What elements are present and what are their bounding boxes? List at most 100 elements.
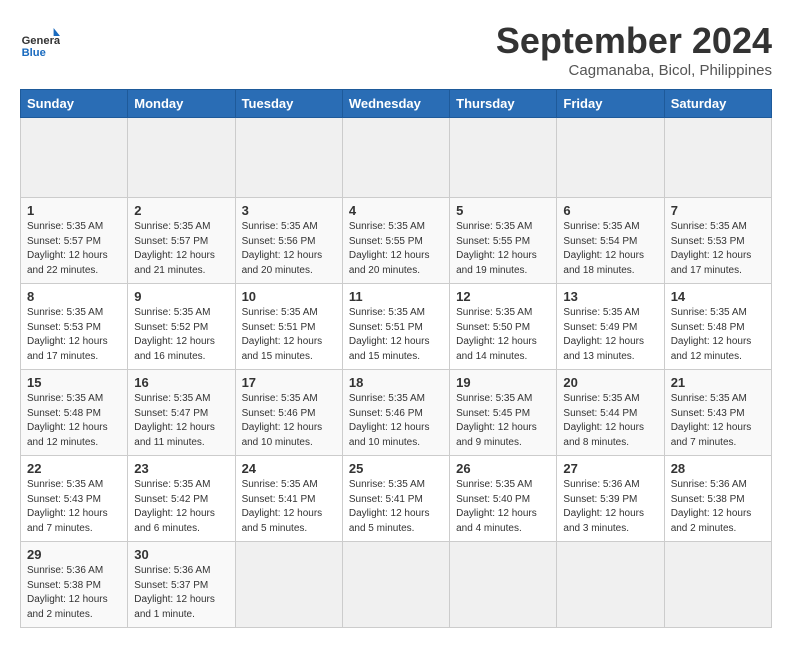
day-number: 29	[27, 547, 121, 562]
day-info: Sunrise: 5:35 AMSunset: 5:48 PMDaylight:…	[671, 306, 765, 364]
header-monday: Monday	[128, 90, 235, 118]
calendar-cell	[450, 118, 557, 198]
calendar-table: SundayMondayTuesdayWednesdayThursdayFrid…	[20, 89, 772, 628]
day-info: Sunrise: 5:35 AMSunset: 5:48 PMDaylight:…	[27, 392, 121, 450]
day-number: 11	[349, 289, 443, 304]
day-info: Sunrise: 5:35 AMSunset: 5:56 PMDaylight:…	[242, 220, 336, 278]
day-number: 30	[134, 547, 228, 562]
calendar-week-row	[21, 118, 772, 198]
calendar-cell	[342, 542, 449, 628]
calendar-cell: 5Sunrise: 5:35 AMSunset: 5:55 PMDaylight…	[450, 198, 557, 284]
day-number: 7	[671, 203, 765, 218]
day-info: Sunrise: 5:35 AMSunset: 5:47 PMDaylight:…	[134, 392, 228, 450]
calendar-cell: 20Sunrise: 5:35 AMSunset: 5:44 PMDayligh…	[557, 370, 664, 456]
calendar-week-row: 15 Sunrise: 5:35 AMSunset: 5:48 PMDayligh…	[21, 370, 772, 456]
calendar-cell: 10 Sunrise: 5:35 AMSunset: 5:51 PMDayligh…	[235, 284, 342, 370]
logo: General Blue	[20, 20, 64, 60]
calendar-cell	[21, 118, 128, 198]
day-number: 4	[349, 203, 443, 218]
day-info: Sunrise: 5:35 AMSunset: 5:41 PMDaylight:…	[242, 478, 336, 536]
header-thursday: Thursday	[450, 90, 557, 118]
day-number: 6	[563, 203, 657, 218]
calendar-cell	[557, 542, 664, 628]
day-number: 1	[27, 203, 121, 218]
day-number: 19	[456, 375, 550, 390]
day-number: 14	[671, 289, 765, 304]
header-wednesday: Wednesday	[342, 90, 449, 118]
day-number: 22	[27, 461, 121, 476]
day-info: Sunrise: 5:36 AMSunset: 5:38 PMDaylight:…	[671, 478, 765, 536]
day-info: Sunrise: 5:35 AMSunset: 5:51 PMDaylight:…	[242, 306, 336, 364]
calendar-cell: 28 Sunrise: 5:36 AMSunset: 5:38 PMDayligh…	[664, 456, 771, 542]
day-number: 10	[242, 289, 336, 304]
day-info: Sunrise: 5:35 AMSunset: 5:46 PMDaylight:…	[349, 392, 443, 450]
calendar-cell	[235, 118, 342, 198]
day-info: Sunrise: 5:35 AMSunset: 5:52 PMDaylight:…	[134, 306, 228, 364]
calendar-week-row: 1 Sunrise: 5:35 AMSunset: 5:57 PMDaylight…	[21, 198, 772, 284]
calendar-cell: 11 Sunrise: 5:35 AMSunset: 5:51 PMDayligh…	[342, 284, 449, 370]
calendar-cell: 17 Sunrise: 5:35 AMSunset: 5:46 PMDayligh…	[235, 370, 342, 456]
day-number: 3	[242, 203, 336, 218]
svg-text:General: General	[22, 35, 60, 47]
title-area: September 2024 Cagmanaba, Bicol, Philipp…	[496, 20, 772, 79]
logo-icon: General Blue	[20, 20, 60, 60]
day-number: 21	[671, 375, 765, 390]
day-info: Sunrise: 5:35 AMSunset: 5:44 PMDaylight:…	[563, 392, 657, 450]
calendar-cell: 12 Sunrise: 5:35 AMSunset: 5:50 PMDayligh…	[450, 284, 557, 370]
day-number: 27	[563, 461, 657, 476]
calendar-cell: 14 Sunrise: 5:35 AMSunset: 5:48 PMDayligh…	[664, 284, 771, 370]
calendar-cell: 9 Sunrise: 5:35 AMSunset: 5:52 PMDaylight…	[128, 284, 235, 370]
calendar-cell: 23 Sunrise: 5:35 AMSunset: 5:42 PMDayligh…	[128, 456, 235, 542]
calendar-cell: 16 Sunrise: 5:35 AMSunset: 5:47 PMDayligh…	[128, 370, 235, 456]
day-number: 2	[134, 203, 228, 218]
month-year: September 2024	[496, 20, 772, 62]
day-info: Sunrise: 5:35 AMSunset: 5:55 PMDaylight:…	[349, 220, 443, 278]
calendar-cell	[664, 118, 771, 198]
calendar-cell	[450, 542, 557, 628]
calendar-cell: 26 Sunrise: 5:35 AMSunset: 5:40 PMDayligh…	[450, 456, 557, 542]
calendar-cell: 27 Sunrise: 5:36 AMSunset: 5:39 PMDayligh…	[557, 456, 664, 542]
calendar-cell: 19 Sunrise: 5:35 AMSunset: 5:45 PMDayligh…	[450, 370, 557, 456]
calendar-cell: 2 Sunrise: 5:35 AMSunset: 5:57 PMDaylight…	[128, 198, 235, 284]
calendar-cell: 25 Sunrise: 5:35 AMSunset: 5:41 PMDayligh…	[342, 456, 449, 542]
day-number: 15	[27, 375, 121, 390]
day-number: 24	[242, 461, 336, 476]
day-info: Sunrise: 5:36 AMSunset: 5:39 PMDaylight:…	[563, 478, 657, 536]
calendar-cell: 29Sunrise: 5:36 AMSunset: 5:38 PMDayligh…	[21, 542, 128, 628]
calendar-cell: 15 Sunrise: 5:35 AMSunset: 5:48 PMDayligh…	[21, 370, 128, 456]
day-info: Sunrise: 5:35 AMSunset: 5:57 PMDaylight:…	[134, 220, 228, 278]
day-info: Sunrise: 5:35 AMSunset: 5:40 PMDaylight:…	[456, 478, 550, 536]
day-number: 5	[456, 203, 550, 218]
calendar-cell: 13Sunrise: 5:35 AMSunset: 5:49 PMDayligh…	[557, 284, 664, 370]
day-number: 16	[134, 375, 228, 390]
day-number: 12	[456, 289, 550, 304]
calendar-cell	[128, 118, 235, 198]
day-info: Sunrise: 5:35 AMSunset: 5:54 PMDaylight:…	[563, 220, 657, 278]
calendar-cell: 18Sunrise: 5:35 AMSunset: 5:46 PMDayligh…	[342, 370, 449, 456]
calendar-cell: 21 Sunrise: 5:35 AMSunset: 5:43 PMDayligh…	[664, 370, 771, 456]
day-info: Sunrise: 5:35 AMSunset: 5:53 PMDaylight:…	[671, 220, 765, 278]
day-info: Sunrise: 5:35 AMSunset: 5:43 PMDaylight:…	[671, 392, 765, 450]
day-number: 23	[134, 461, 228, 476]
day-info: Sunrise: 5:35 AMSunset: 5:42 PMDaylight:…	[134, 478, 228, 536]
day-info: Sunrise: 5:35 AMSunset: 5:45 PMDaylight:…	[456, 392, 550, 450]
day-number: 9	[134, 289, 228, 304]
day-info: Sunrise: 5:35 AMSunset: 5:46 PMDaylight:…	[242, 392, 336, 450]
day-number: 26	[456, 461, 550, 476]
day-number: 17	[242, 375, 336, 390]
day-info: Sunrise: 5:35 AMSunset: 5:41 PMDaylight:…	[349, 478, 443, 536]
calendar-cell: 7 Sunrise: 5:35 AMSunset: 5:53 PMDaylight…	[664, 198, 771, 284]
header-saturday: Saturday	[664, 90, 771, 118]
day-number: 25	[349, 461, 443, 476]
calendar-cell	[557, 118, 664, 198]
day-info: Sunrise: 5:35 AMSunset: 5:50 PMDaylight:…	[456, 306, 550, 364]
header-tuesday: Tuesday	[235, 90, 342, 118]
header-friday: Friday	[557, 90, 664, 118]
calendar-cell: 24 Sunrise: 5:35 AMSunset: 5:41 PMDayligh…	[235, 456, 342, 542]
calendar-week-row: 22Sunrise: 5:35 AMSunset: 5:43 PMDayligh…	[21, 456, 772, 542]
day-info: Sunrise: 5:35 AMSunset: 5:49 PMDaylight:…	[563, 306, 657, 364]
calendar-cell: 30Sunrise: 5:36 AMSunset: 5:37 PMDayligh…	[128, 542, 235, 628]
day-info: Sunrise: 5:35 AMSunset: 5:51 PMDaylight:…	[349, 306, 443, 364]
day-number: 28	[671, 461, 765, 476]
day-info: Sunrise: 5:35 AMSunset: 5:53 PMDaylight:…	[27, 306, 121, 364]
